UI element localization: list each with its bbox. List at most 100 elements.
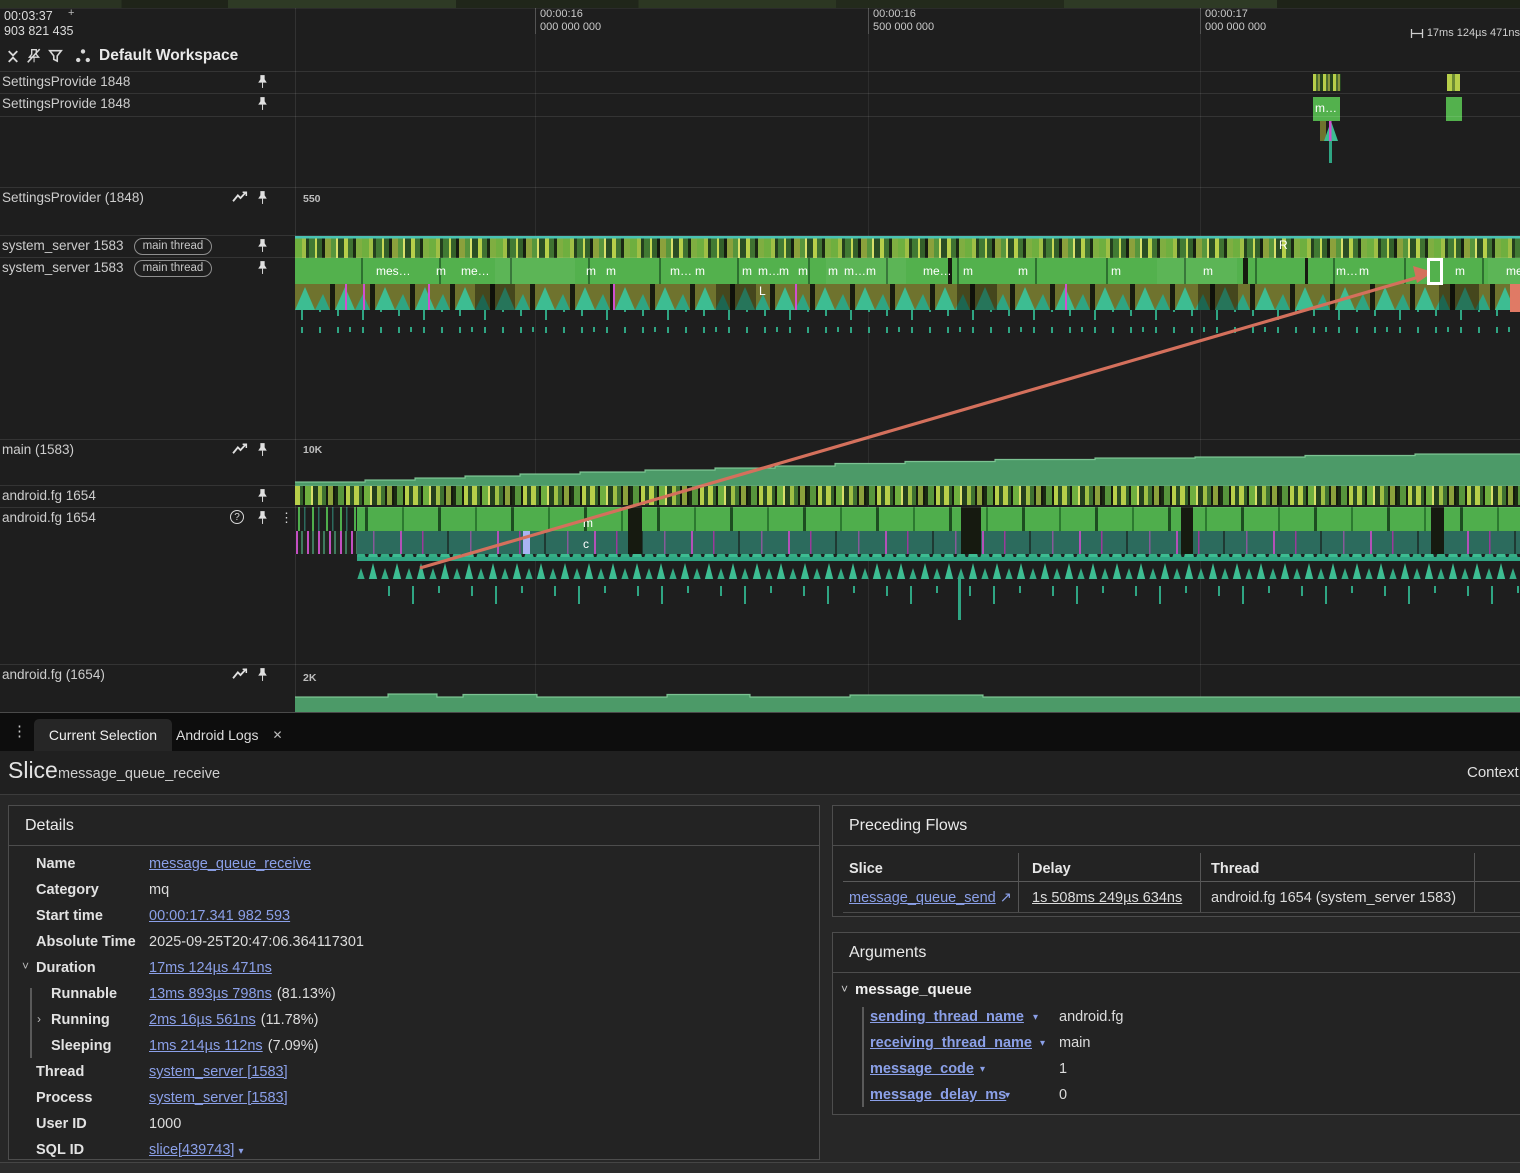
collapse-all-icon[interactable] xyxy=(6,49,20,64)
tab-menu-icon[interactable]: ⋮ xyxy=(12,722,27,740)
details-panel: Details Name message_queue_receive Catego… xyxy=(8,805,820,1160)
chevron-right-icon[interactable]: › xyxy=(37,1012,41,1026)
flow-delay-link[interactable]: 1s 508ms 249µs 634ns xyxy=(1032,890,1182,906)
settingsprovider-slice[interactable] xyxy=(1446,97,1462,121)
dropdown-caret-icon[interactable]: ▾ xyxy=(980,1064,985,1075)
chevron-down-icon[interactable]: ˅ xyxy=(841,982,848,996)
sql-id-link[interactable]: slice[439743] xyxy=(149,1142,234,1158)
slice-label: me… xyxy=(923,264,952,278)
sleeping-link[interactable]: 1ms 214µs 112ns xyxy=(149,1038,263,1054)
dropdown-caret-icon[interactable]: ▾ xyxy=(1033,1012,1038,1023)
chevron-down-icon[interactable]: ˅ xyxy=(22,959,29,973)
detail-row: User ID 1000 xyxy=(36,1116,182,1132)
selected-slice[interactable] xyxy=(1427,258,1443,285)
perfetto-trace-viewer: 00:03:37 903 821 435 + Default Workspace… xyxy=(0,0,1520,1173)
settingsprovider-flame[interactable] xyxy=(1320,121,1342,141)
arguments-panel: Arguments ˅ message_queue sending_thread… xyxy=(832,932,1520,1115)
flow-row: message_queue_send ↗ xyxy=(849,890,1012,906)
arg-group-row[interactable]: ˅ message_queue xyxy=(833,979,1520,1005)
preceding-flows-panel: Preceding Flows Slice Delay Thread messa… xyxy=(832,805,1520,917)
dropdown-caret-icon[interactable]: ▾ xyxy=(238,1146,243,1157)
track-row-settingsprovide-1[interactable]: SettingsProvide 1848 xyxy=(0,72,295,94)
track-row-system-server-slices[interactable]: system_server 1583 main thread xyxy=(0,258,295,280)
runnable-link[interactable]: 13ms 893µs 798ns xyxy=(149,986,272,1002)
slice-label: m xyxy=(1359,264,1369,278)
detail-row: SQL ID slice[439743] ▾ xyxy=(36,1142,244,1158)
arg-key-link[interactable]: sending_thread_name xyxy=(870,1009,1024,1025)
slice-label: m xyxy=(586,264,596,278)
close-icon[interactable]: ✕ xyxy=(273,728,283,742)
workspace-name[interactable]: Default Workspace xyxy=(99,47,238,65)
name-link[interactable]: message_queue_receive xyxy=(149,856,311,872)
pin-icon[interactable] xyxy=(256,442,269,457)
arg-row: message_delay_ms ▾ 0 xyxy=(833,1083,1520,1109)
arg-value: 1 xyxy=(1059,1061,1068,1077)
details-panel-title: Details xyxy=(9,806,819,846)
pin-icon[interactable] xyxy=(256,190,269,205)
arg-key-link[interactable]: message_delay_ms xyxy=(870,1087,1006,1103)
running-link[interactable]: 2ms 16µs 561ns xyxy=(149,1012,256,1028)
settingsprovider-drip xyxy=(1329,141,1332,163)
track-row-settingsprovide-2[interactable]: SettingsProvide 1848 xyxy=(0,94,295,116)
filter-icon[interactable] xyxy=(48,49,63,64)
ruler-tick: 00:00:16 000 000 000 xyxy=(535,8,601,34)
detail-row: Absolute Time 2025-09-25T20:47:06.3641173… xyxy=(36,934,365,950)
pin-icon[interactable] xyxy=(256,238,269,253)
thread-link[interactable]: system_server [1583] xyxy=(149,1064,288,1080)
counter-scale-550: 550 xyxy=(303,193,321,205)
flow-slice-link[interactable]: message_queue_send xyxy=(849,890,996,906)
kebab-menu-icon[interactable]: ⋮ xyxy=(280,510,293,526)
workspace-icon[interactable] xyxy=(75,48,91,64)
system-server-thread-state-track[interactable] xyxy=(295,236,1520,258)
external-link-icon[interactable]: ↗ xyxy=(1000,890,1012,906)
show-graph-icon[interactable] xyxy=(232,190,249,204)
pin-icon[interactable] xyxy=(256,488,269,503)
track-label: android.fg 1654 xyxy=(2,488,96,503)
pin-icon[interactable] xyxy=(256,96,269,111)
unpin-all-icon[interactable] xyxy=(26,48,42,64)
arg-row: sending_thread_name ▾ android.fg xyxy=(833,1005,1520,1031)
viewport-time: 00:03:37 903 821 435 xyxy=(4,9,74,38)
android-fg-counter-track[interactable] xyxy=(295,667,1520,713)
arg-key-link[interactable]: receiving_thread_name xyxy=(870,1035,1032,1051)
track-row-android-fg-sched[interactable]: android.fg 1654 xyxy=(0,486,295,508)
dropdown-caret-icon[interactable]: ▾ xyxy=(1005,1090,1010,1101)
pin-icon[interactable] xyxy=(256,667,269,682)
duration-ruler: 17ms 124µs 471ns xyxy=(1410,27,1520,39)
help-icon[interactable]: ? xyxy=(230,510,244,524)
process-link[interactable]: system_server [1583] xyxy=(149,1090,288,1106)
pin-icon[interactable] xyxy=(256,510,269,525)
pin-icon[interactable] xyxy=(256,74,269,89)
track-row-main-counter[interactable]: main (1583) xyxy=(0,440,295,485)
col-header-delay: Delay xyxy=(1032,861,1071,877)
pin-icon[interactable] xyxy=(256,260,269,275)
track-row-system-server-sched[interactable]: system_server 1583 main thread xyxy=(0,236,295,258)
slice-label: L xyxy=(759,284,766,298)
arg-value: 0 xyxy=(1059,1087,1068,1103)
selection-kind: Slice xyxy=(8,757,58,783)
context-button[interactable]: Context xyxy=(1467,764,1519,781)
settingsprovider-sched-slices[interactable] xyxy=(1313,74,1341,91)
tab-android-logs[interactable]: Android Logs ✕ xyxy=(176,719,283,751)
arg-group-label: message_queue xyxy=(855,981,972,998)
show-graph-icon[interactable] xyxy=(232,667,249,681)
track-row-android-fg-slices[interactable]: android.fg 1654 ? ⋮ xyxy=(0,508,295,530)
preceding-flows-title: Preceding Flows xyxy=(833,806,1520,846)
tab-current-selection[interactable]: Current Selection xyxy=(34,719,172,751)
detail-row: Start time 00:00:17.341 982 593 xyxy=(36,908,291,924)
show-graph-icon[interactable] xyxy=(232,442,249,456)
track-row-settingsprovider-counter[interactable]: SettingsProvider (1848) xyxy=(0,188,295,235)
start-time-link[interactable]: 00:00:17.341 982 593 xyxy=(149,908,290,924)
duration-link[interactable]: 17ms 124µs 471ns xyxy=(149,960,272,976)
main-counter-track[interactable] xyxy=(295,440,1520,486)
dropdown-caret-icon[interactable]: ▾ xyxy=(1040,1038,1045,1049)
settingsprovider-sched-slice[interactable] xyxy=(1447,74,1460,91)
trace-minimap[interactable] xyxy=(0,0,1520,8)
main-thread-chip: main thread xyxy=(133,238,213,255)
slice-label: m… xyxy=(844,264,866,278)
workspace-toolbar: Default Workspace xyxy=(0,44,238,68)
slice-label: m xyxy=(695,264,705,278)
slice-label: m xyxy=(828,264,838,278)
track-row-android-fg-counter[interactable]: android.fg (1654) xyxy=(0,665,295,713)
arg-key-link[interactable]: message_code xyxy=(870,1061,974,1077)
